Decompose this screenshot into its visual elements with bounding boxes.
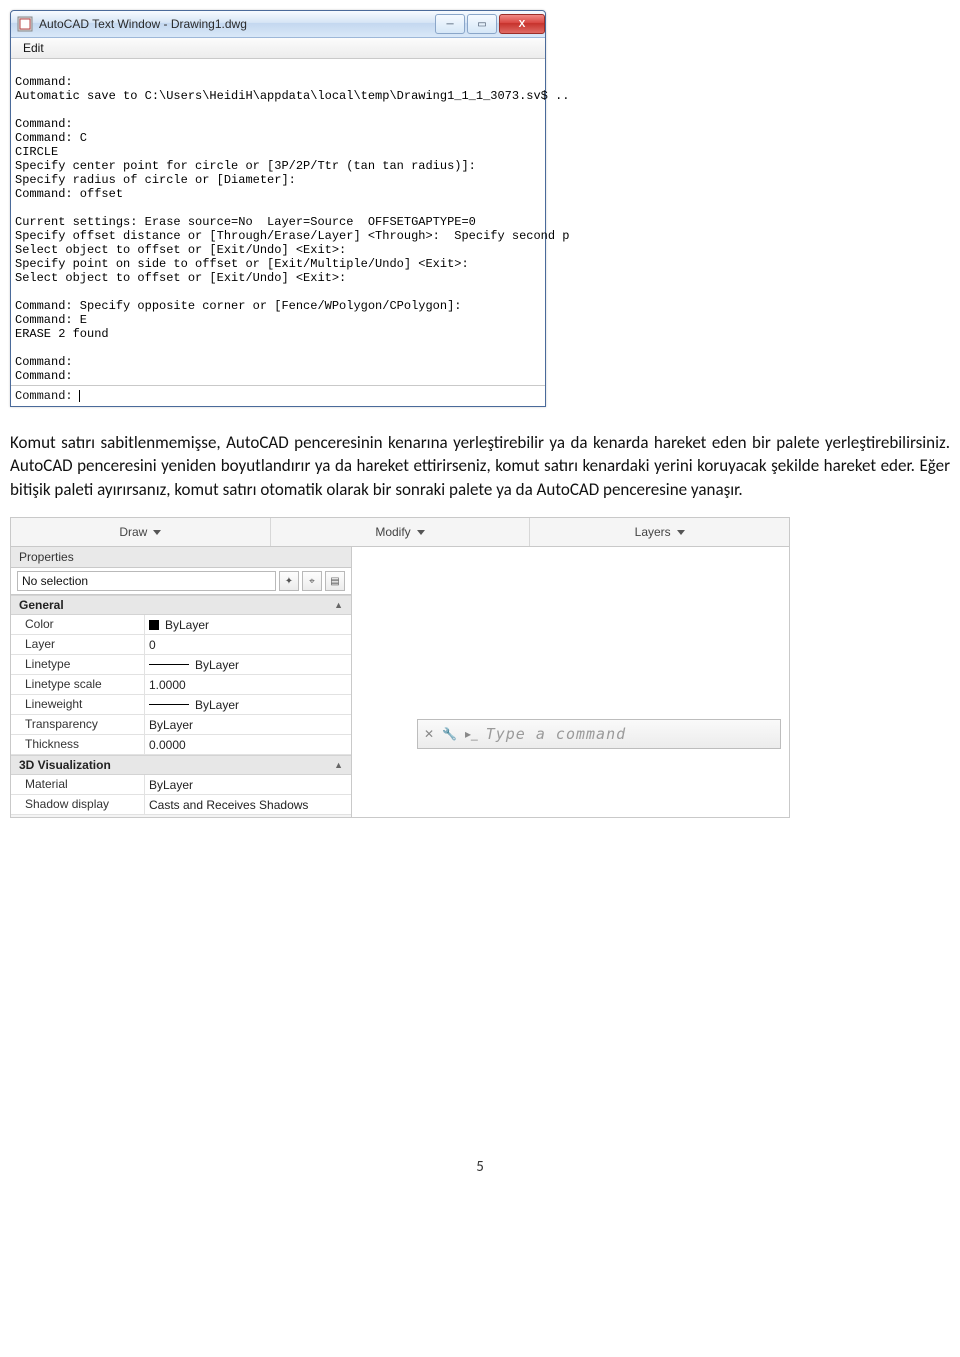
body-paragraph: Komut satırı sabitlenmemişse, AutoCAD pe… [10,431,950,501]
property-key: Shadow display [11,795,145,814]
section-general-header[interactable]: General ▲ [11,595,351,615]
properties-title: Properties [11,547,351,568]
property-key: Transparency [11,715,145,734]
section-3d-header[interactable]: 3D Visualization ▲ [11,755,351,775]
autocad-icon [17,16,33,32]
property-value[interactable]: 0.0000 [145,735,351,754]
command-input-bar[interactable]: Command: [11,385,545,406]
property-row[interactable]: Layer 0 [11,635,351,655]
ribbon-panel-label: Layers [635,525,671,539]
command-prompt-label: Command: [15,389,73,403]
property-key: Linetype [11,655,145,674]
linetype-preview-icon [149,704,189,705]
property-key: Layer [11,635,145,654]
property-value[interactable]: ByLayer [145,715,351,734]
property-value-text: 0.0000 [149,738,186,752]
property-value[interactable]: 1.0000 [145,675,351,694]
property-row[interactable]: Linetype ByLayer [11,655,351,675]
selection-combo[interactable]: No selection [17,571,276,591]
property-row[interactable]: Thickness 0.0000 [11,735,351,755]
chevron-down-icon [677,530,685,535]
command-placeholder: Type a command [486,725,626,743]
property-value-text: ByLayer [149,718,193,732]
page-number: 5 [10,1158,950,1176]
dynamic-command-prompt[interactable]: ✕ 🔧 ▸_ Type a command [417,719,781,749]
autocad-workspace-screenshot: Draw Modify Layers Properties No selecti… [10,517,790,818]
property-value-text: ByLayer [165,618,209,632]
property-value[interactable]: 0 [145,635,351,654]
property-key: Thickness [11,735,145,754]
autocad-text-window: AutoCAD Text Window - Drawing1.dwg ─ ▭ X… [10,10,546,407]
property-key: Material [11,775,145,794]
maximize-button[interactable]: ▭ [467,14,497,34]
menu-edit[interactable]: Edit [15,39,52,57]
property-row[interactable]: Shadow display Casts and Receives Shadows [11,795,351,815]
prompt-icon: ▸_ [465,727,478,741]
window-title: AutoCAD Text Window - Drawing1.dwg [39,17,433,31]
property-value[interactable]: ByLayer [145,775,351,794]
property-value-text: 1.0000 [149,678,186,692]
wrench-icon[interactable]: 🔧 [442,727,457,741]
chevron-down-icon [153,530,161,535]
color-swatch-icon [149,620,159,630]
property-value-text: ByLayer [195,698,239,712]
property-row[interactable]: Linetype scale 1.0000 [11,675,351,695]
properties-palette: Properties No selection ✦ ⌖ ▤ General ▲ … [11,547,352,817]
section-label: General [19,598,64,612]
chevron-down-icon [417,530,425,535]
section-label: 3D Visualization [19,758,111,772]
selection-row: No selection ✦ ⌖ ▤ [11,568,351,595]
quick-select-button[interactable]: ▤ [325,571,345,591]
text-cursor [79,390,80,402]
select-objects-button[interactable]: ⌖ [302,571,322,591]
linetype-preview-icon [149,664,189,665]
selection-value: No selection [22,574,88,588]
ribbon-panel-layers[interactable]: Layers [530,518,789,546]
ribbon: Draw Modify Layers [10,517,790,547]
property-value-text: ByLayer [195,658,239,672]
collapse-icon: ▲ [334,600,343,610]
ribbon-panel-label: Modify [375,525,410,539]
property-key: Color [11,615,145,634]
property-value[interactable]: ByLayer [145,655,351,674]
titlebar[interactable]: AutoCAD Text Window - Drawing1.dwg ─ ▭ X [11,11,545,38]
ribbon-panel-modify[interactable]: Modify [271,518,531,546]
minimize-button[interactable]: ─ [435,14,465,34]
ribbon-panel-label: Draw [119,525,147,539]
property-value-text: 0 [149,638,156,652]
property-row[interactable]: Material ByLayer [11,775,351,795]
property-value[interactable]: ByLayer [145,695,351,714]
menubar: Edit [11,38,545,59]
property-row[interactable]: Color ByLayer [11,615,351,635]
property-value[interactable]: ByLayer [145,615,351,634]
property-value-text: Casts and Receives Shadows [149,798,308,812]
close-icon[interactable]: ✕ [424,727,434,741]
property-value-text: ByLayer [149,778,193,792]
collapse-icon: ▲ [334,760,343,770]
close-button[interactable]: X [499,14,545,34]
property-row[interactable]: Transparency ByLayer [11,715,351,735]
property-key: Lineweight [11,695,145,714]
property-value[interactable]: Casts and Receives Shadows [145,795,351,814]
property-key: Linetype scale [11,675,145,694]
toggle-pickadd-button[interactable]: ✦ [279,571,299,591]
ribbon-panel-draw[interactable]: Draw [11,518,271,546]
window-buttons: ─ ▭ X [433,14,545,34]
console-output: Command: Automatic save to C:\Users\Heid… [11,59,545,385]
property-row[interactable]: Lineweight ByLayer [11,695,351,715]
